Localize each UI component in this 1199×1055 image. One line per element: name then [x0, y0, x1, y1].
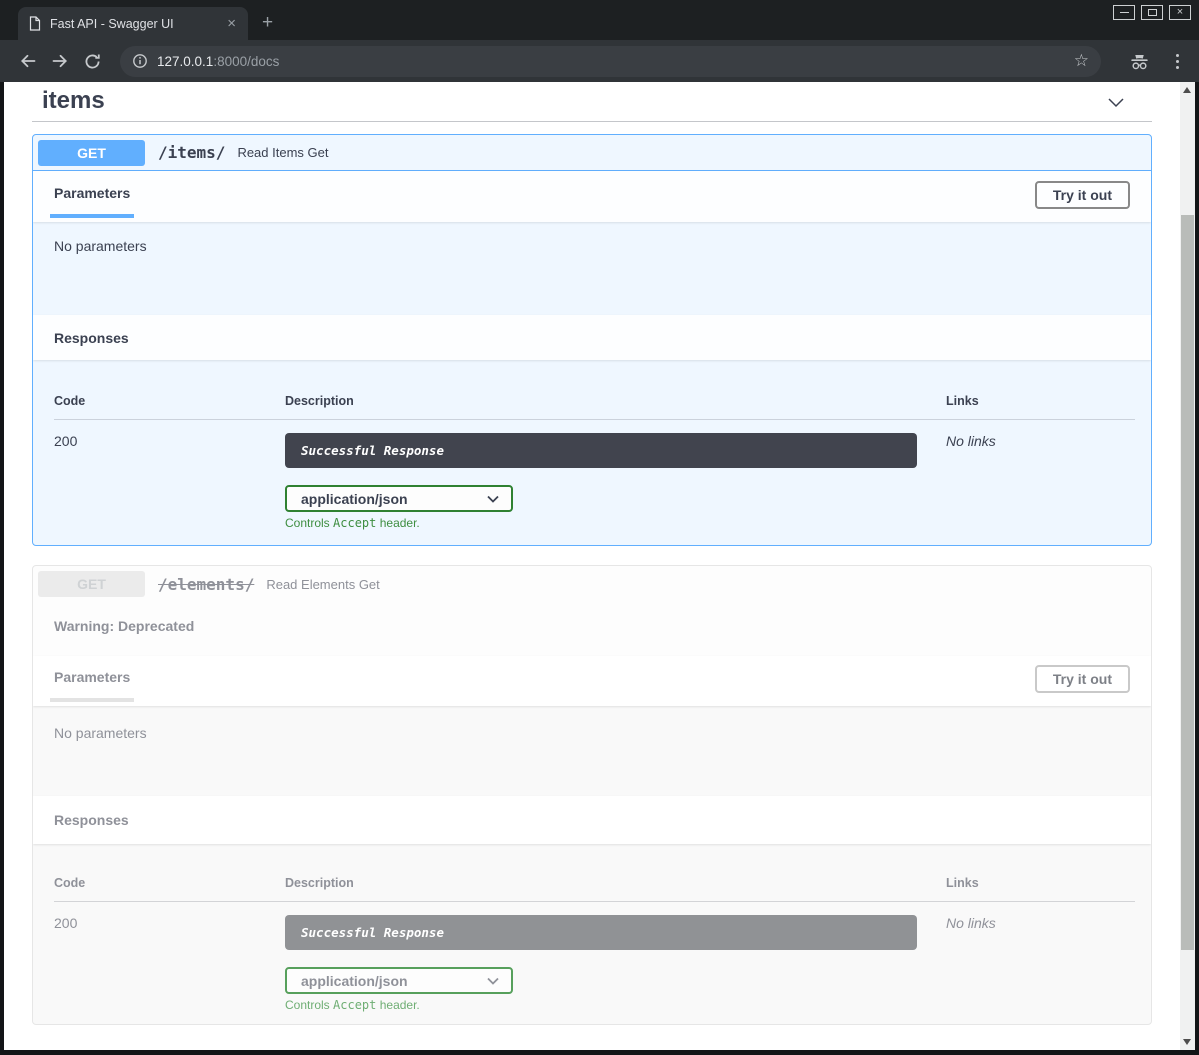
page-content: items GET /items/ Read Items Get Paramet… — [4, 82, 1195, 1050]
accept-header-note: Controls Accept header. — [285, 998, 946, 1012]
parameters-header: Parameters Try it out — [33, 171, 1151, 222]
operation-summary-text: Read Items Get — [237, 145, 328, 160]
response-description-text: Successful Response — [301, 925, 444, 940]
window-close-icon[interactable]: × — [1169, 5, 1191, 20]
try-it-out-button[interactable]: Try it out — [1035, 181, 1130, 209]
col-description-header: Description — [285, 876, 946, 890]
col-code-header: Code — [54, 876, 285, 890]
tab-title: Fast API - Swagger UI — [50, 17, 223, 31]
media-type-value: application/json — [301, 973, 408, 989]
links-value: No links — [946, 915, 1135, 1012]
parameters-header: Parameters Try it out — [33, 656, 1151, 706]
note-suffix: header. — [376, 516, 419, 530]
scrollbar-thumb[interactable] — [1181, 215, 1194, 950]
tab-parameters[interactable]: Parameters — [50, 171, 134, 218]
col-links-header: Links — [946, 876, 1135, 890]
page-scrollbar[interactable] — [1180, 82, 1195, 1050]
chevron-down-icon — [487, 977, 499, 985]
chevron-down-icon — [487, 495, 499, 503]
responses-table-header: Code Description Links — [54, 394, 1135, 420]
operation-summary[interactable]: GET /elements/ Read Elements Get — [33, 566, 1151, 602]
scroll-up-icon[interactable] — [1183, 87, 1191, 93]
site-info-icon[interactable] — [132, 53, 148, 69]
parameters-body: No parameters — [33, 222, 1151, 315]
operation-summary[interactable]: GET /items/ Read Items Get — [33, 135, 1151, 171]
try-it-out-button[interactable]: Try it out — [1035, 665, 1130, 693]
response-description-cell: Successful Response application/json Con… — [285, 915, 946, 1012]
media-type-select[interactable]: application/json — [285, 485, 513, 512]
scroll-down-icon[interactable] — [1183, 1039, 1191, 1045]
col-code-header: Code — [54, 394, 285, 408]
browser-menu-icon[interactable] — [1168, 48, 1187, 75]
tag-section-header[interactable]: items — [32, 82, 1152, 122]
col-links-header: Links — [946, 394, 1135, 408]
note-code: Accept — [333, 516, 376, 530]
response-row: 200 Successful Response application/json… — [54, 902, 1135, 1012]
responses-body: Code Description Links 200 Successful Re… — [33, 360, 1151, 546]
address-bar[interactable]: 127.0.0.1:8000/docs ☆ — [120, 46, 1101, 77]
reload-icon[interactable] — [78, 47, 106, 75]
response-description-box: Successful Response — [285, 915, 917, 950]
back-icon[interactable] — [14, 47, 42, 75]
response-row: 200 Successful Response application/json… — [54, 420, 1135, 530]
note-prefix: Controls — [285, 516, 333, 530]
media-type-select[interactable]: application/json — [285, 967, 513, 994]
operation-path: /items/ — [158, 143, 225, 162]
parameters-body: No parameters — [33, 706, 1151, 796]
url-host: 127.0.0.1 — [157, 54, 213, 69]
window-frame-bottom — [0, 1050, 1199, 1055]
responses-header: Responses — [33, 315, 1151, 360]
opblock-get-items: GET /items/ Read Items Get Parameters Tr… — [32, 134, 1152, 546]
section-title: items — [42, 87, 105, 115]
response-description-text: Successful Response — [301, 443, 444, 458]
responses-header: Responses — [33, 796, 1151, 844]
no-parameters-text: No parameters — [54, 725, 147, 741]
responses-table-header: Code Description Links — [54, 876, 1135, 902]
deprecation-warning: Warning: Deprecated — [54, 618, 194, 634]
media-type-value: application/json — [301, 491, 408, 507]
deprecation-zone: Warning: Deprecated — [33, 602, 1151, 656]
chevron-down-icon[interactable] — [1104, 90, 1128, 119]
url-text[interactable]: 127.0.0.1:8000/docs — [157, 54, 1072, 69]
window-maximize-icon[interactable] — [1141, 5, 1163, 20]
tab-close-icon[interactable]: × — [223, 14, 240, 33]
status-code: 200 — [54, 433, 285, 530]
new-tab-icon[interactable]: + — [262, 13, 273, 32]
note-suffix: header. — [376, 998, 419, 1012]
col-description-header: Description — [285, 394, 946, 408]
operation-path: /elements/ — [158, 575, 254, 594]
links-value: No links — [946, 433, 1135, 530]
window-minimize-icon[interactable] — [1113, 5, 1135, 20]
response-description-cell: Successful Response application/json Con… — [285, 433, 946, 530]
responses-title: Responses — [50, 330, 129, 346]
responses-body: Code Description Links 200 Successful Re… — [33, 844, 1151, 1025]
status-code: 200 — [54, 915, 285, 1012]
method-badge: GET — [38, 140, 145, 166]
browser-tab[interactable]: Fast API - Swagger UI × — [18, 7, 248, 40]
accept-header-note: Controls Accept header. — [285, 516, 946, 530]
no-parameters-text: No parameters — [54, 238, 147, 254]
response-description-box: Successful Response — [285, 433, 917, 468]
responses-title: Responses — [50, 812, 129, 828]
page-favicon-icon — [29, 16, 41, 31]
browser-titlebar: Fast API - Swagger UI × + × — [0, 0, 1199, 40]
note-code: Accept — [333, 998, 376, 1012]
note-prefix: Controls — [285, 998, 333, 1012]
opblock-get-elements-deprecated: GET /elements/ Read Elements Get Warning… — [32, 565, 1152, 1025]
forward-icon[interactable] — [46, 47, 74, 75]
tab-parameters[interactable]: Parameters — [50, 656, 134, 702]
url-path: :8000/docs — [213, 54, 279, 69]
operation-summary-text: Read Elements Get — [266, 577, 379, 592]
method-badge: GET — [38, 571, 145, 597]
bookmark-star-icon[interactable]: ☆ — [1072, 51, 1091, 71]
incognito-icon — [1129, 52, 1150, 71]
browser-toolbar: 127.0.0.1:8000/docs ☆ — [0, 40, 1199, 82]
